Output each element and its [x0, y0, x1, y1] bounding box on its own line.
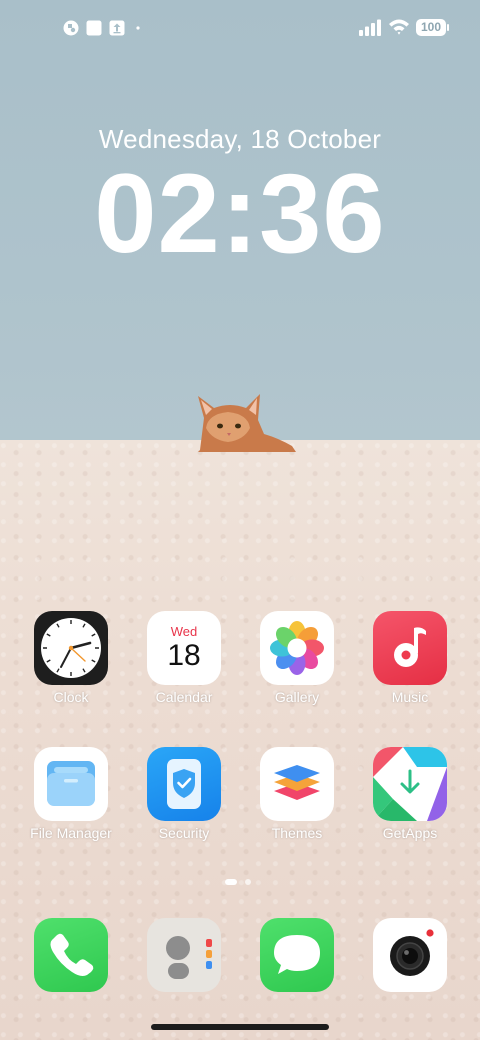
app-label: GetApps [382, 825, 438, 841]
app-calendar[interactable]: Wed 18 Calendar [134, 611, 234, 721]
app-label: Calendar [155, 689, 213, 705]
wifi-icon [389, 19, 409, 35]
page-indicator[interactable] [224, 876, 264, 888]
time-widget[interactable]: 02:36 [0, 154, 480, 274]
dock-contacts[interactable] [147, 918, 221, 992]
security-icon [147, 747, 221, 821]
dot-icon [136, 26, 140, 30]
app-getapps[interactable]: GetApps [360, 747, 460, 857]
app-label: File Manager [30, 825, 112, 841]
app-file-manager[interactable]: File Manager [21, 747, 121, 857]
clock-icon [34, 611, 108, 685]
gallery-icon [260, 611, 334, 685]
themes-icon [260, 747, 334, 821]
app-label: Music [391, 689, 429, 705]
app-notification-icon [63, 20, 79, 36]
dock-messages[interactable] [260, 918, 334, 992]
app-clock[interactable]: Clock [21, 611, 121, 721]
battery-icon: 100 [416, 19, 446, 36]
folder-icon [34, 747, 108, 821]
calendar-date: 18 [167, 639, 201, 672]
page-dot [245, 879, 251, 885]
battery-cap [447, 24, 449, 31]
page-dot-active [225, 879, 237, 885]
home-screen: 100 Wednesday, 18 October 02:36 Clock We… [0, 0, 480, 1040]
calendar-icon: Wed 18 [147, 611, 221, 685]
contacts-icon [166, 936, 212, 979]
app-label: Themes [271, 825, 323, 841]
app-music[interactable]: Music [360, 611, 460, 721]
app-label: Security [158, 825, 210, 841]
home-indicator[interactable] [151, 1024, 329, 1030]
music-icon [373, 611, 447, 685]
camera-icon [390, 929, 434, 976]
battery-level: 100 [420, 20, 442, 34]
app-label: Clock [53, 689, 89, 705]
app-security[interactable]: Security [134, 747, 234, 857]
messages-icon [274, 935, 320, 974]
dock-camera[interactable] [373, 918, 447, 992]
dock-phone[interactable] [34, 918, 108, 992]
app-gallery[interactable]: Gallery [247, 611, 347, 721]
status-bar: 100 [0, 0, 480, 56]
signal-icon [359, 19, 381, 36]
phone-icon [50, 933, 94, 976]
app-themes[interactable]: Themes [247, 747, 347, 857]
upload-notification-icon [109, 20, 125, 36]
square-notification-icon [86, 20, 102, 36]
app-label: Gallery [274, 689, 320, 705]
calendar-day: Wed [170, 624, 198, 639]
wallpaper-cat [198, 394, 296, 452]
getapps-icon [373, 747, 447, 821]
